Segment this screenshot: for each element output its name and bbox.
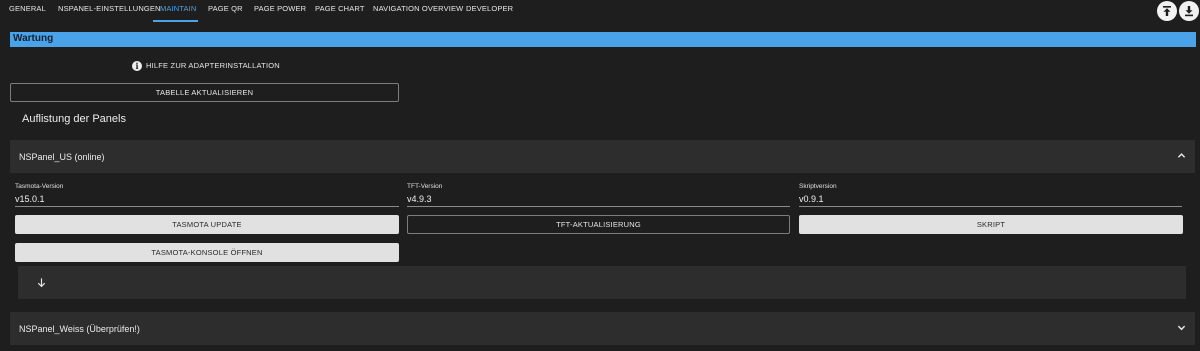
tasmota-version-underline <box>15 206 399 207</box>
tasmota-version-value: v15.0.1 <box>15 194 45 204</box>
download-icon <box>1185 6 1193 17</box>
refresh-table-button[interactable]: TABELLE AKTUALISIEREN <box>10 83 399 102</box>
arrow-down-icon[interactable] <box>36 277 47 288</box>
tft-update-button[interactable]: TFT-AKTUALISIERUNG <box>407 215 790 234</box>
tab-general[interactable]: GENERAL <box>9 4 46 13</box>
download-button[interactable] <box>1179 1 1199 21</box>
section-title-bar: Wartung <box>10 32 1196 47</box>
script-button[interactable]: SKRIPT <box>799 215 1183 234</box>
upload-button[interactable] <box>1157 1 1177 21</box>
upload-icon <box>1163 6 1171 16</box>
script-version-label: Skriptversion <box>799 183 837 190</box>
help-link-label: HILFE ZUR ADAPTERINSTALLATION <box>146 61 280 70</box>
section-title: Wartung <box>13 33 54 44</box>
tft-version-underline <box>407 206 790 207</box>
panel-header-nspanel-weiss[interactable]: NSPanel_Weiss (Überprüfen!) <box>10 312 1195 345</box>
chevron-down-icon <box>1177 325 1186 331</box>
panels-heading: Auflistung der Panels <box>22 113 126 125</box>
active-tab-indicator <box>153 20 198 22</box>
tasmota-update-button[interactable]: TASMOTA UPDATE <box>15 215 399 234</box>
tft-version-value: v4.9.3 <box>407 194 432 204</box>
tab-nspanel-einstellungen[interactable]: NSPANEL-EINSTELLUNGEN <box>58 4 161 13</box>
tab-developer[interactable]: DEVELOPER <box>466 4 513 13</box>
tab-navigation-overview[interactable]: NAVIGATION OVERVIEW <box>373 4 463 13</box>
chevron-up-icon <box>1177 153 1186 158</box>
details-box <box>18 266 1186 299</box>
tab-page-qr[interactable]: PAGE QR <box>208 4 243 13</box>
panel-header-nspanel-us[interactable]: NSPanel_US (online) <box>10 140 1195 173</box>
tab-page-power[interactable]: PAGE POWER <box>254 4 306 13</box>
tft-version-label: TFT-Version <box>407 183 443 190</box>
tasmota-version-label: Tasmota-Version <box>15 183 64 190</box>
tab-bar: GENERAL NSPANEL-EINSTELLUNGEN MAINTAIN P… <box>0 0 1200 22</box>
help-link[interactable]: i HILFE ZUR ADAPTERINSTALLATION <box>132 60 280 71</box>
tab-page-chart[interactable]: PAGE CHART <box>315 4 365 13</box>
script-version-underline <box>799 206 1182 207</box>
tab-maintain[interactable]: MAINTAIN <box>160 4 196 13</box>
panel-title: NSPanel_US (online) <box>19 152 105 162</box>
tasmota-console-button[interactable]: TASMOTA-KONSOLE ÖFFNEN <box>15 243 399 262</box>
info-icon: i <box>132 60 142 71</box>
script-version-value: v0.9.1 <box>799 194 824 204</box>
panel-title: NSPanel_Weiss (Überprüfen!) <box>19 324 140 334</box>
